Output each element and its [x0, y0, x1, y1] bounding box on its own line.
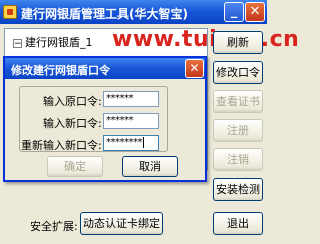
register-button[interactable]: 注册 [213, 119, 263, 142]
security-extension-label: 安全扩展: [30, 220, 78, 233]
cancel-button[interactable]: 取消 [122, 156, 178, 177]
dialog-title: 修改建行网银盾口令 [11, 64, 110, 77]
text-caret [143, 136, 144, 148]
tree-item-label: 建行网银盾_1 [25, 36, 93, 49]
change-pin-dialog: 修改建行网银盾口令 ✕ 输入原口令: ****** 输入新口令: ****** … [3, 56, 207, 182]
dialog-close-button[interactable]: ✕ [185, 59, 204, 78]
old-pin-field[interactable]: ****** [103, 91, 159, 107]
confirm-pin-label: 重新输入新口令: [21, 139, 102, 152]
window-title: 建行网银盾管理工具(华大智宝) [21, 7, 188, 21]
install-check-button[interactable]: 安装检测 [213, 178, 263, 201]
old-pin-label: 输入原口令: [43, 95, 102, 108]
view-cert-button[interactable]: 查看证书 [213, 90, 263, 113]
tree-item-device[interactable]: − 建行网银盾_1 [13, 34, 93, 50]
exit-button[interactable]: 退出 [213, 212, 263, 235]
collapse-icon[interactable]: − [13, 38, 22, 48]
bind-card-button[interactable]: 动态认证卡绑定 [80, 212, 163, 235]
app-icon [3, 5, 17, 19]
new-pin-label: 输入新口令: [43, 117, 102, 130]
new-pin-field[interactable]: ****** [103, 113, 159, 129]
close-window-button[interactable]: ✕ [245, 2, 265, 22]
minimize-button[interactable]: _ [224, 2, 244, 22]
ok-button[interactable]: 确定 [47, 156, 103, 177]
main-titlebar: 建行网银盾管理工具(华大智宝) _ ✕ [0, 0, 267, 24]
refresh-button[interactable]: 刷新 [213, 31, 263, 54]
dialog-titlebar: 修改建行网银盾口令 ✕ [5, 58, 205, 79]
confirm-pin-field[interactable]: ******** [103, 135, 159, 151]
unregister-button[interactable]: 注销 [213, 148, 263, 171]
change-pin-button[interactable]: 修改口令 [213, 61, 263, 84]
